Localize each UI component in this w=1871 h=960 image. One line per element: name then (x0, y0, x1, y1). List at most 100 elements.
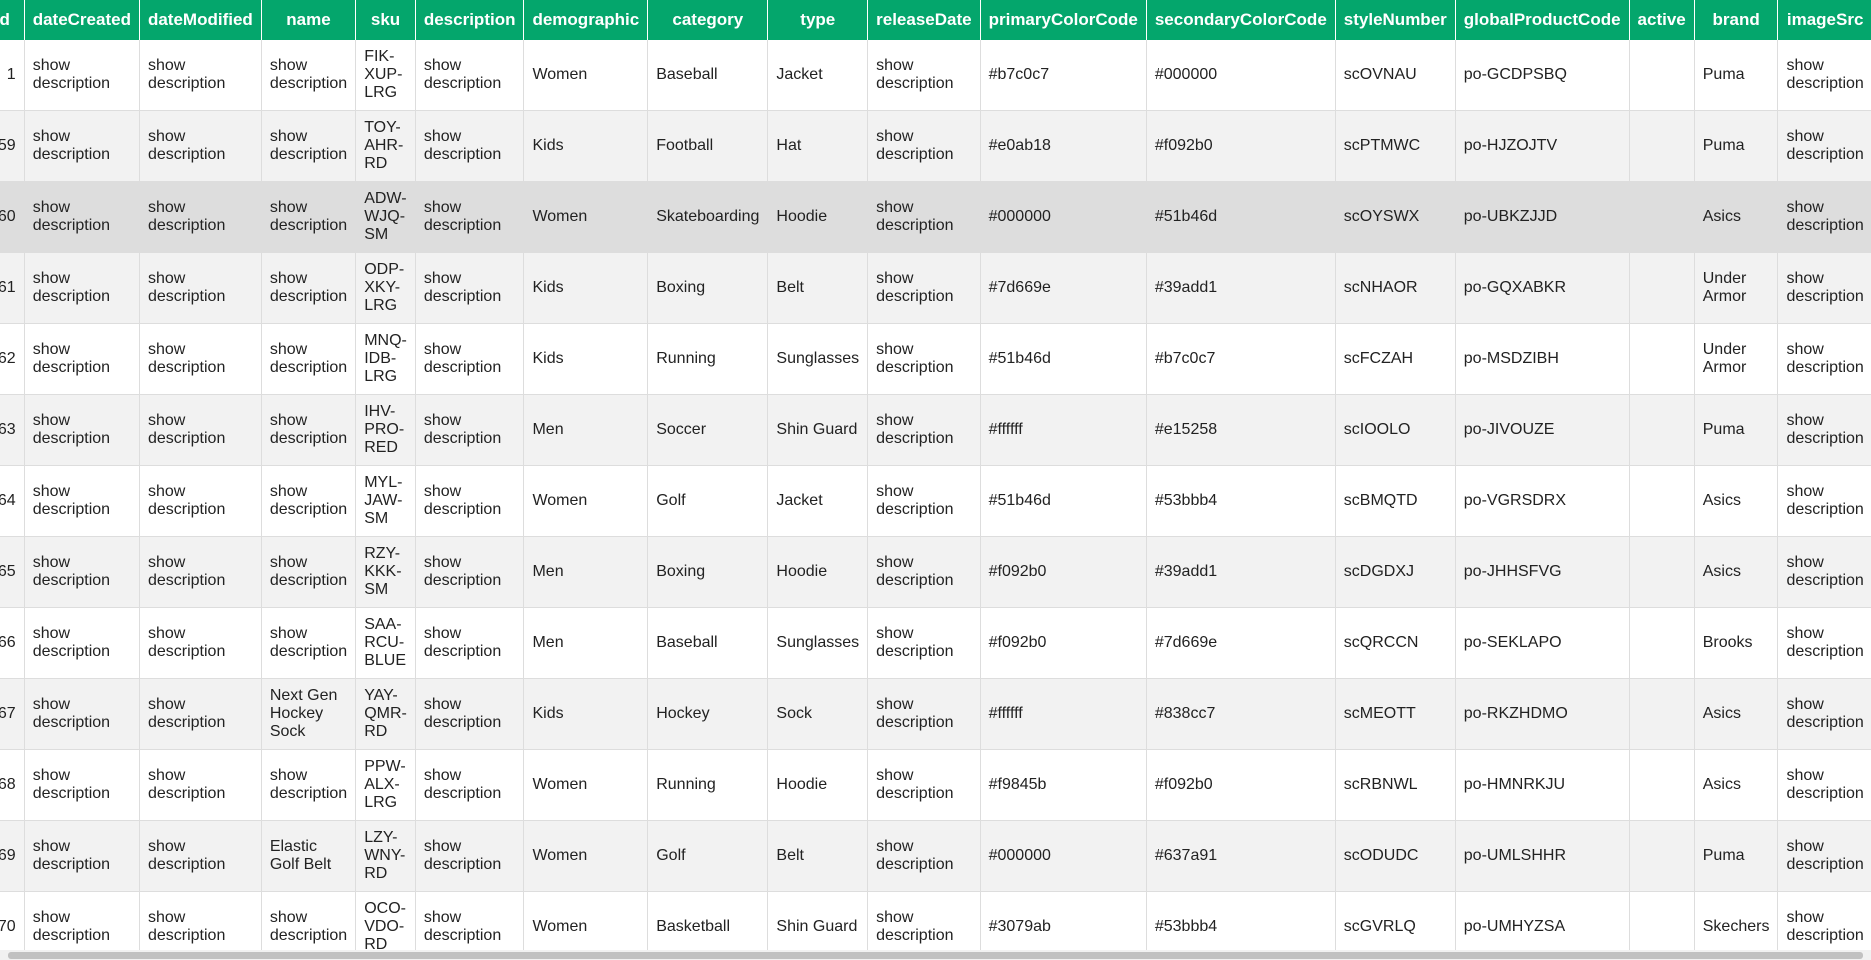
table-row[interactable]: 660show descriptionshow descriptionshow … (0, 181, 1871, 253)
cell-releaseDate: show description (867, 465, 981, 537)
table-row[interactable]: 668show descriptionshow descriptionshow … (0, 749, 1871, 821)
cell-dateModified: show description (139, 394, 262, 466)
table-row[interactable]: 659show descriptionshow descriptionshow … (0, 110, 1871, 182)
cell-brand: Brooks (1694, 607, 1779, 679)
cell-brand: Under Armor (1694, 252, 1779, 324)
column-header-imageSrc[interactable]: imageSrc (1777, 0, 1871, 40)
cell-secondaryColorCode: #637a91 (1146, 820, 1336, 892)
cell-category: Basketball (647, 891, 769, 950)
column-header-globalProductCode[interactable]: globalProductCode (1455, 0, 1630, 40)
cell-dateModified: show description (139, 110, 262, 182)
cell-dateCreated: show description (24, 252, 140, 324)
column-header-styleNumber[interactable]: styleNumber (1335, 0, 1456, 40)
column-header-description[interactable]: description (415, 0, 525, 40)
cell-imageSrc: show description (1777, 181, 1871, 253)
cell-active (1629, 110, 1695, 182)
cell-type: Hat (767, 110, 869, 182)
cell-secondaryColorCode: #51b46d (1146, 181, 1336, 253)
horizontal-scrollbar[interactable] (0, 950, 1871, 960)
cell-id: 662 (0, 323, 25, 395)
cell-category: Hockey (647, 678, 769, 750)
cell-id: 660 (0, 181, 25, 253)
column-header-sku[interactable]: sku (355, 0, 416, 40)
cell-brand: Puma (1694, 820, 1779, 892)
cell-releaseDate: show description (867, 394, 981, 466)
column-header-demographic[interactable]: demographic (523, 0, 649, 40)
cell-description: show description (415, 465, 525, 537)
table-row[interactable]: 669show descriptionshow descriptionElast… (0, 820, 1871, 892)
cell-globalProductCode: po-UMLSHHR (1455, 820, 1630, 892)
cell-category: Golf (647, 465, 769, 537)
cell-id: 667 (0, 678, 25, 750)
cell-brand: Under Armor (1694, 323, 1779, 395)
cell-name: show description (261, 891, 357, 950)
cell-globalProductCode: po-RKZHDMO (1455, 678, 1630, 750)
table-row[interactable]: 661show descriptionshow descriptionshow … (0, 252, 1871, 324)
cell-type: Sock (767, 678, 869, 750)
column-header-secondaryColorCode[interactable]: secondaryColorCode (1146, 0, 1336, 40)
table-row[interactable]: 670show descriptionshow descriptionshow … (0, 891, 1871, 950)
cell-secondaryColorCode: #e15258 (1146, 394, 1336, 466)
column-header-primaryColorCode[interactable]: primaryColorCode (980, 0, 1147, 40)
cell-description: show description (415, 820, 525, 892)
cell-category: Golf (647, 820, 769, 892)
cell-active (1629, 749, 1695, 821)
header-row: iddateCreateddateModifiednameskudescript… (0, 0, 1871, 40)
cell-sku: SAA-RCU-BLUE (355, 607, 416, 679)
cell-active (1629, 678, 1695, 750)
cell-name: show description (261, 110, 357, 182)
column-header-name[interactable]: name (261, 0, 357, 40)
cell-type: Jacket (767, 465, 869, 537)
cell-active (1629, 465, 1695, 537)
cell-primaryColorCode: #f092b0 (980, 536, 1147, 608)
cell-dateModified: show description (139, 536, 262, 608)
cell-category: Boxing (647, 252, 769, 324)
cell-demographic: Kids (523, 323, 649, 395)
column-header-dateCreated[interactable]: dateCreated (24, 0, 140, 40)
cell-primaryColorCode: #ffffff (980, 678, 1147, 750)
cell-brand: Puma (1694, 110, 1779, 182)
column-header-releaseDate[interactable]: releaseDate (867, 0, 981, 40)
cell-category: Running (647, 749, 769, 821)
scrollbar-thumb[interactable] (8, 952, 1863, 959)
cell-dateModified: show description (139, 891, 262, 950)
cell-imageSrc: show description (1777, 110, 1871, 182)
cell-description: show description (415, 678, 525, 750)
table-row[interactable]: 1 show description show description show de… (0, 40, 1871, 111)
cell-releaseDate: show description (867, 891, 981, 950)
cell-brand: Asics (1694, 181, 1779, 253)
column-header-active[interactable]: active (1629, 0, 1695, 40)
table-row[interactable]: 663show descriptionshow descriptionshow … (0, 394, 1871, 466)
cell-demographic: Women (523, 181, 649, 253)
cell-category: Boxing (647, 536, 769, 608)
cell-type: Belt (767, 820, 869, 892)
cell-imageSrc: show description (1777, 252, 1871, 324)
cell-sku: PPW-ALX-LRG (355, 749, 416, 821)
cell-dateCreated: show description (24, 110, 140, 182)
cell-primaryColorCode: #f092b0 (980, 607, 1147, 679)
cell-styleNumber: scFCZAH (1335, 323, 1456, 395)
cell-name: show description (261, 181, 357, 253)
table-viewport: iddateCreateddateModifiednameskudescript… (0, 0, 1871, 950)
cell-dateCreated: show description (24, 394, 140, 466)
cell-id: 1 (0, 40, 25, 111)
table-row[interactable]: 665show descriptionshow descriptionshow … (0, 536, 1871, 608)
cell-name: show description (261, 536, 357, 608)
table-row[interactable]: 666show descriptionshow descriptionshow … (0, 607, 1871, 679)
table-row[interactable]: 667show descriptionshow descriptionNext … (0, 678, 1871, 750)
cell-styleNumber: scOVNAU (1335, 40, 1456, 111)
column-header-dateModified[interactable]: dateModified (139, 0, 262, 40)
cell-styleNumber: scGVRLQ (1335, 891, 1456, 950)
cell-sku: RZY-KKK-SM (355, 536, 416, 608)
cell-imageSrc: show description (1777, 465, 1871, 537)
column-header-id[interactable]: id (0, 0, 25, 40)
table-row[interactable]: 662show descriptionshow descriptionshow … (0, 323, 1871, 395)
column-header-brand[interactable]: brand (1694, 0, 1779, 40)
column-header-category[interactable]: category (647, 0, 769, 40)
cell-id: 670 (0, 891, 25, 950)
table-row[interactable]: 664show descriptionshow descriptionshow … (0, 465, 1871, 537)
cell-globalProductCode: po-VGRSDRX (1455, 465, 1630, 537)
column-header-type[interactable]: type (767, 0, 869, 40)
cell-active (1629, 820, 1695, 892)
cell-dateModified: show description (139, 323, 262, 395)
